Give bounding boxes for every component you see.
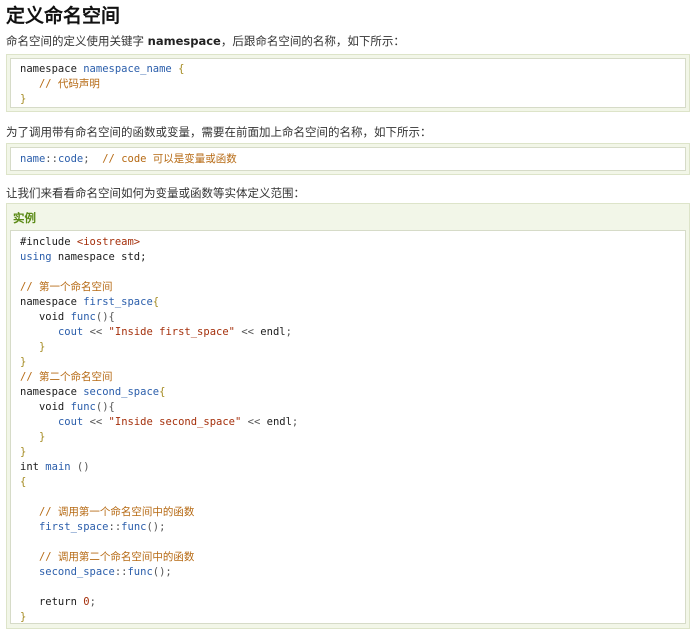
code-include-file: <iostream>: [76, 236, 141, 248]
code-string: "Inside second_space": [108, 416, 242, 428]
code-brace: }: [20, 93, 27, 105]
example-code-area: #include <iostream> using namespace std;…: [10, 230, 686, 624]
code-preprocessor: #include: [20, 236, 77, 248]
code-comment: // 调用第一个命名空间中的函数: [38, 506, 195, 518]
code-function: func: [70, 401, 96, 413]
code-function: main: [45, 461, 71, 473]
code-identifier: second_space: [83, 386, 160, 398]
code-operator: <<: [89, 326, 103, 338]
intro-text-after: ，后跟命名空间的名称，如下所示：: [220, 34, 405, 48]
code-namespace: first_space: [38, 521, 109, 533]
code-operator: <<: [241, 326, 254, 338]
code-string: "Inside first_space": [108, 326, 235, 338]
code-comment: // 第一个命名空间: [20, 281, 113, 293]
code-namespace: second_space: [38, 566, 115, 578]
code-keyword: namespace: [20, 296, 77, 308]
code-operator: <<: [89, 416, 103, 428]
code-text: namespace namespace_name { // 代码声明 }: [20, 62, 184, 107]
code-identifier: cout: [57, 416, 84, 428]
code-keyword: namespace: [20, 386, 77, 398]
code-keyword: void: [38, 311, 65, 323]
code-semicolon: ;: [83, 153, 90, 165]
code-keyword: return: [38, 596, 77, 608]
code-block-namespace-call: name::code; // code 可以是变量或函数: [6, 143, 690, 175]
code-text-span: namespace std;: [51, 251, 147, 263]
code-function: func: [70, 311, 96, 323]
example-code-text: #include <iostream> using namespace std;…: [20, 236, 299, 623]
code-comment: // 第二个命名空间: [20, 371, 113, 383]
code-keyword: namespace: [20, 63, 77, 75]
code-identifier: cout: [57, 326, 84, 338]
scope-paragraph: 让我们来看看命名空间如何为变量或函数等实体定义范围：: [6, 186, 305, 200]
code-identifier: endl: [260, 326, 286, 338]
intro-paragraph: 命名空间的定义使用关键字 namespace，后跟命名空间的名称，如下所示：: [6, 33, 405, 49]
code-brace: {: [178, 63, 185, 75]
page: 定义命名空间 命名空间的定义使用关键字 namespace，后跟命名空间的名称，…: [0, 0, 694, 631]
code-namespace: name: [20, 153, 46, 165]
code-identifier: namespace_name: [83, 63, 172, 75]
code-scope-operator: ::: [114, 566, 128, 578]
code-keyword: void: [38, 401, 65, 413]
page-title: 定义命名空间: [6, 5, 121, 27]
intro-text-before: 命名空间的定义使用关键字: [6, 34, 148, 48]
code-scope-operator: ::: [45, 153, 58, 165]
intro-keyword: namespace: [147, 34, 221, 48]
code-identifier: endl: [266, 416, 292, 428]
code-operator: <<: [247, 416, 261, 428]
code-keyword: using: [20, 251, 52, 263]
code-identifier: first_space: [83, 296, 153, 308]
code-comment: // code 可以是变量或函数: [102, 153, 237, 165]
code-comment: // 调用第二个命名空间中的函数: [38, 551, 195, 563]
code-area: namespace namespace_name { // 代码声明 }: [10, 58, 686, 108]
code-member: code: [57, 153, 84, 165]
example-block: 实例 #include <iostream> using namespace s…: [6, 203, 690, 629]
code-block-namespace-definition: namespace namespace_name { // 代码声明 }: [6, 54, 690, 112]
code-keyword: int: [20, 461, 39, 473]
call-paragraph: 为了调用带有命名空间的函数或变量，需要在前面加上命名空间的名称，如下所示：: [6, 125, 432, 139]
code-comment: // 代码声明: [38, 78, 100, 90]
code-function: func: [127, 566, 153, 578]
code-scope-operator: ::: [108, 521, 122, 533]
code-area: name::code; // code 可以是变量或函数: [10, 147, 686, 171]
code-function: func: [121, 521, 147, 533]
example-title: 实例: [13, 211, 36, 225]
code-text: name::code; // code 可以是变量或函数: [20, 152, 237, 167]
